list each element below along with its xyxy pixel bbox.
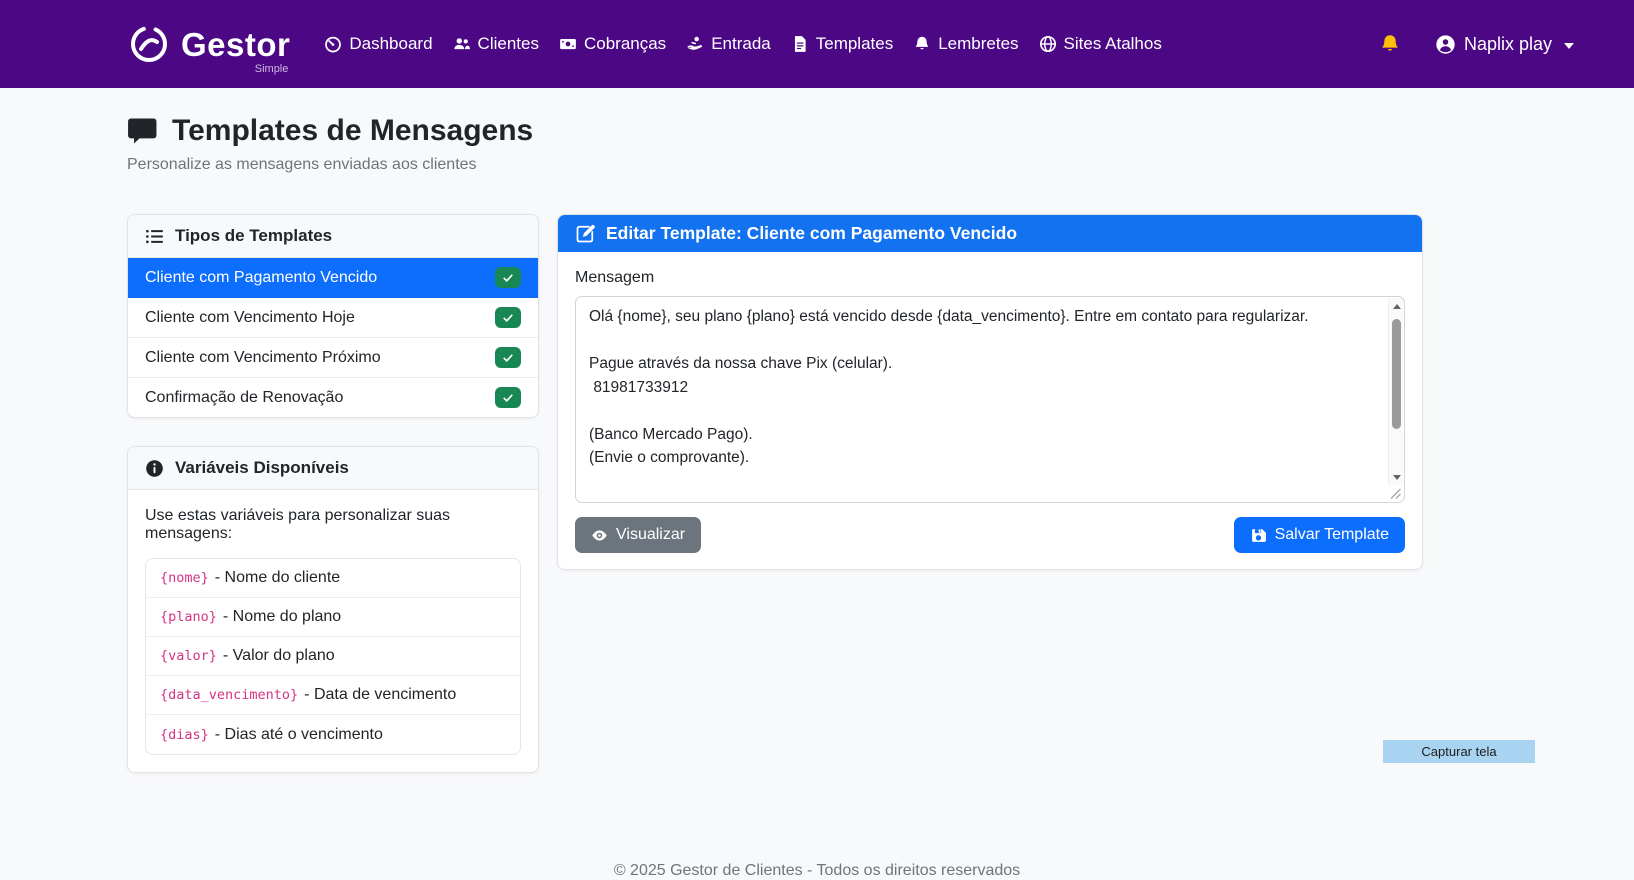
check-badge [495,307,521,328]
nav-label: Cobranças [584,34,666,54]
info-circle-icon [145,459,164,478]
brand-logo[interactable]: Gestor Simple [127,22,290,66]
variable-desc: - Nome do plano [223,608,341,626]
check-icon [502,392,514,404]
bell-icon [913,35,931,53]
footer-text: © 2025 Gestor de Clientes - Todos os dir… [0,862,1634,880]
variable-code: {dias} [160,727,209,743]
nav-item-dashboard[interactable]: Dashboard [324,34,432,54]
chat-bubble-icon [127,117,158,146]
variable-item-plano: {plano} - Nome do plano [146,598,520,637]
editor-card: Editar Template: Cliente com Pagamento V… [557,214,1423,570]
preview-button[interactable]: Visualizar [575,517,701,553]
file-text-icon [791,35,809,53]
brand-name: Gestor [181,28,290,61]
variable-code: {plano} [160,609,217,625]
check-icon [502,352,514,364]
nav-label: Sites Atalhos [1064,34,1162,54]
variable-code: {valor} [160,648,217,664]
template-item-label: Cliente com Pagamento Vencido [145,269,377,287]
gestor-logo-icon [127,22,171,66]
variable-item-dias: {dias} - Dias até o vencimento [146,715,520,754]
variables-list: {nome} - Nome do cliente {plano} - Nome … [145,558,521,755]
user-menu[interactable]: Naplix play [1435,34,1574,55]
resize-grip-icon[interactable] [1389,487,1402,500]
page-title: Templates de Mensagens [172,114,533,148]
variables-intro: Use estas variáveis para personalizar su… [145,507,521,543]
nav-item-clientes[interactable]: Clientes [453,34,539,54]
nav-links: Dashboard Clientes Cobranças Entrada Tem… [324,34,1161,54]
save-button-label: Salvar Template [1275,526,1389,544]
check-icon [502,272,514,284]
chevron-down-icon [1564,43,1574,49]
template-item-confirmacao-renovacao[interactable]: Confirmação de Renovação [128,378,538,417]
variable-desc: - Data de vencimento [304,686,456,704]
nav-label: Templates [816,34,893,54]
nav-item-cobrancas[interactable]: Cobranças [559,34,666,54]
eye-icon [591,527,608,544]
pencil-square-icon [575,224,595,244]
message-textarea[interactable]: Olá {nome}, seu plano {plano} está venci… [575,296,1405,503]
template-item-pagamento-vencido[interactable]: Cliente com Pagamento Vencido [128,258,538,298]
template-item-label: Cliente com Vencimento Próximo [145,349,381,367]
template-item-vencimento-proximo[interactable]: Cliente com Vencimento Próximo [128,338,538,378]
top-navbar: Gestor Simple Dashboard Clientes Cobranç… [0,0,1634,88]
globe-icon [1039,35,1057,53]
hand-coin-icon [686,35,704,53]
speedometer-icon [324,35,342,53]
page-header: Templates de Mensagens [127,114,1423,148]
nav-label: Dashboard [349,34,432,54]
main-content: Templates de Mensagens Personalize as me… [127,88,1423,773]
person-circle-icon [1435,34,1456,55]
save-template-button[interactable]: Salvar Template [1234,517,1405,553]
nav-item-lembretes[interactable]: Lembretes [913,34,1018,54]
variable-desc: - Dias até o vencimento [215,726,383,744]
check-badge [495,387,521,408]
nav-label: Entrada [711,34,771,54]
cash-icon [559,35,577,53]
brand-subtitle: Simple [255,63,289,75]
check-badge [495,267,521,288]
textarea-scrollbar[interactable] [1388,298,1403,485]
nav-item-entrada[interactable]: Entrada [686,34,771,54]
variable-item-nome: {nome} - Nome do cliente [146,559,520,598]
nav-label: Clientes [478,34,539,54]
template-item-label: Cliente com Vencimento Hoje [145,309,355,327]
message-text[interactable]: Olá {nome}, seu plano {plano} está venci… [576,297,1404,502]
scroll-down-icon[interactable] [1389,469,1404,485]
template-types-card: Tipos de Templates Cliente com Pagamento… [127,214,539,418]
check-badge [495,347,521,368]
nav-label: Lembretes [938,34,1018,54]
variable-code: {data_vencimento} [160,687,298,703]
notification-bell-icon[interactable] [1379,32,1401,56]
template-item-label: Confirmação de Renovação [145,389,343,407]
editor-header: Editar Template: Cliente com Pagamento V… [558,215,1422,252]
user-name: Naplix play [1464,34,1552,55]
scrollbar-thumb[interactable] [1392,319,1401,429]
variable-desc: - Nome do cliente [215,569,340,587]
save-icon [1250,527,1267,544]
template-types-title: Tipos de Templates [175,226,332,246]
nav-item-sites-atalhos[interactable]: Sites Atalhos [1039,34,1162,54]
list-icon [145,227,164,246]
variable-code: {nome} [160,570,209,586]
people-icon [453,35,471,53]
variables-header: Variáveis Disponíveis [128,447,538,490]
capture-screen-button[interactable]: Capturar tela [1383,740,1535,763]
variables-card: Variáveis Disponíveis Use estas variávei… [127,446,539,773]
preview-button-label: Visualizar [616,526,685,544]
template-item-vencimento-hoje[interactable]: Cliente com Vencimento Hoje [128,298,538,338]
template-types-header: Tipos de Templates [128,215,538,258]
check-icon [502,312,514,324]
variables-title: Variáveis Disponíveis [175,458,349,478]
navbar-right: Naplix play [1379,32,1574,56]
scroll-up-icon[interactable] [1389,298,1404,314]
variable-desc: - Valor do plano [223,647,335,665]
page-subtitle: Personalize as mensagens enviadas aos cl… [127,156,1423,174]
message-label: Mensagem [575,269,1405,287]
variable-item-valor: {valor} - Valor do plano [146,637,520,676]
nav-item-templates[interactable]: Templates [791,34,893,54]
variable-item-data-vencimento: {data_vencimento} - Data de vencimento [146,676,520,715]
editor-title: Editar Template: Cliente com Pagamento V… [606,223,1017,244]
